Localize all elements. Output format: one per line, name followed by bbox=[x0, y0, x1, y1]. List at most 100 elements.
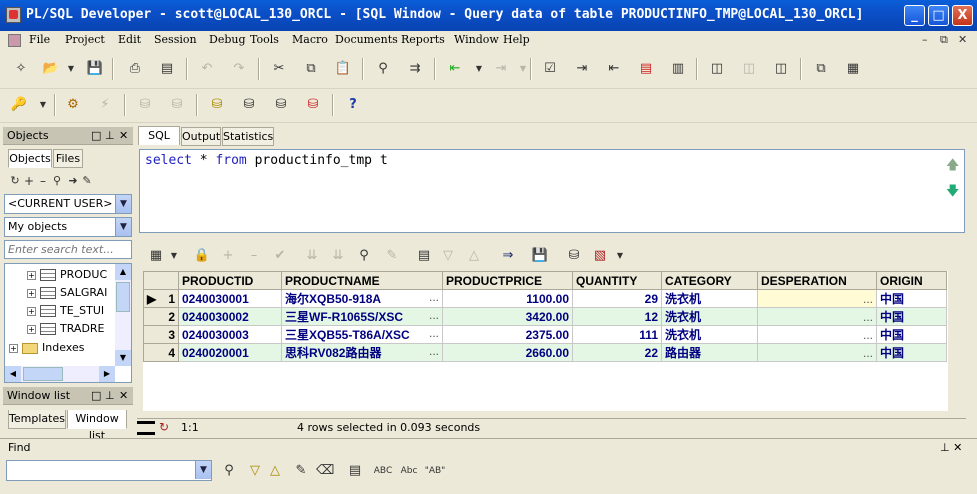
explain-plan-icon[interactable]: ◫ bbox=[740, 60, 758, 78]
tab-objects[interactable]: Objects bbox=[8, 149, 52, 168]
object-tree[interactable]: + PRODUC + SALGRAI + TE_STUI + TRADRE + Index… bbox=[4, 263, 132, 383]
menu-reports[interactable]: Reports bbox=[401, 33, 445, 46]
scroll-down-arrow-icon[interactable]: 🡇 bbox=[946, 182, 959, 204]
app-icon[interactable] bbox=[6, 7, 21, 23]
cell-origin[interactable]: 中国 bbox=[876, 325, 947, 344]
clear-highlight-icon[interactable]: ⌫ bbox=[316, 462, 334, 480]
grid-select-icon[interactable]: ▦ bbox=[147, 247, 165, 265]
open-icon[interactable]: 📂 bbox=[42, 60, 60, 78]
tab-templates[interactable]: Templates bbox=[8, 410, 66, 429]
menu-project[interactable]: Project bbox=[65, 33, 105, 46]
expand-icon[interactable]: + bbox=[9, 343, 18, 353]
clear-record-icon[interactable]: ✎ bbox=[383, 247, 401, 265]
highlight-icon[interactable]: ✎ bbox=[292, 462, 310, 480]
delete-record-icon[interactable]: – bbox=[245, 247, 263, 265]
mdi-minimize-icon[interactable]: – bbox=[922, 33, 928, 46]
fetch-next-icon[interactable]: ⇊ bbox=[303, 247, 321, 265]
sql-editor[interactable]: select * from productinfo_tmp t 🡅 🡇 bbox=[139, 149, 965, 233]
row-number[interactable]: 2 bbox=[143, 307, 179, 326]
scroll-up-icon[interactable]: ▲ bbox=[115, 264, 131, 280]
row-number[interactable]: 3 bbox=[143, 325, 179, 344]
cell-quantity[interactable]: 22 bbox=[572, 343, 662, 362]
rollback-icon[interactable]: ⛁ bbox=[168, 96, 186, 114]
cell-category[interactable]: 路由器 bbox=[661, 343, 758, 362]
col-header-origin[interactable]: ORIGIN bbox=[876, 271, 947, 290]
maximize-button[interactable]: □ bbox=[928, 5, 949, 26]
break-icon[interactable]: ⚡ bbox=[96, 96, 114, 114]
float-icon[interactable]: □ bbox=[91, 387, 101, 404]
cell-quantity[interactable]: 12 bbox=[572, 307, 662, 326]
expand-icon[interactable]: + bbox=[27, 324, 36, 334]
chart-icon[interactable]: ▧ bbox=[591, 247, 609, 265]
cell-origin[interactable]: 中国 bbox=[876, 343, 947, 362]
cell-category[interactable]: 洗衣机 bbox=[661, 289, 758, 308]
cell-productprice[interactable]: 2660.00 bbox=[442, 343, 573, 362]
chevron-down-icon[interactable]: ▼ bbox=[195, 461, 211, 479]
col-header-category[interactable]: CATEGORY bbox=[661, 271, 758, 290]
result-grid[interactable]: PRODUCTID PRODUCTNAME PRODUCTPRICE QUANT… bbox=[143, 271, 948, 411]
help-icon[interactable]: ? bbox=[344, 96, 362, 114]
table-row[interactable]: 3 0240030003 ... 三星XQB55-T86A/XSC 2375.00… bbox=[143, 325, 947, 344]
menu-debug[interactable]: Debug bbox=[209, 33, 246, 46]
print-preview-icon[interactable]: ▤ bbox=[158, 60, 176, 78]
redo-icon[interactable]: ↷ bbox=[230, 60, 248, 78]
scroll-thumb[interactable] bbox=[116, 282, 130, 312]
tile-icon[interactable]: ▦ bbox=[844, 60, 862, 78]
cell-origin[interactable]: 中国 bbox=[876, 289, 947, 308]
cell-desperation[interactable]: ... bbox=[757, 289, 877, 308]
check-icon[interactable]: ☑ bbox=[541, 60, 559, 78]
ellipsis-button[interactable]: ... bbox=[429, 291, 439, 305]
scroll-thumb[interactable] bbox=[23, 367, 63, 381]
col-header-desperation[interactable]: DESPERATION bbox=[757, 271, 877, 290]
cell-category[interactable]: 洗衣机 bbox=[661, 325, 758, 344]
chevron-down-icon[interactable]: ▼ bbox=[115, 218, 131, 236]
vertical-scrollbar[interactable]: ▲ ▼ bbox=[115, 264, 131, 366]
search-input[interactable] bbox=[4, 240, 132, 259]
grid-database-icon[interactable]: ⛁ bbox=[565, 247, 583, 265]
cell-desperation[interactable]: ... bbox=[757, 325, 877, 344]
indent-icon[interactable]: ⇥ bbox=[573, 60, 591, 78]
undo-icon[interactable]: ↶ bbox=[198, 60, 216, 78]
tab-statistics[interactable]: Statistics bbox=[222, 127, 274, 146]
comment-icon[interactable]: ▤ bbox=[637, 60, 655, 78]
ellipsis-button[interactable]: ... bbox=[429, 309, 439, 323]
grid-dropdown-icon[interactable]: ▼ bbox=[165, 247, 183, 265]
insert-record-icon[interactable]: + bbox=[219, 247, 237, 265]
table-row[interactable]: ▶ 1 0240030001 ... 海尔XQB50-918A 1100.00 29… bbox=[143, 289, 947, 308]
horizontal-scrollbar[interactable]: ◀ ▶ bbox=[5, 366, 115, 382]
cell-productid[interactable]: 0240030003 bbox=[178, 325, 282, 344]
windows-icon[interactable]: ⧉ bbox=[812, 60, 830, 78]
query-builder-icon[interactable]: ◫ bbox=[708, 60, 726, 78]
save-icon[interactable]: 💾 bbox=[86, 60, 104, 78]
row-number[interactable]: 4 bbox=[143, 343, 179, 362]
execute-icon[interactable]: ⚙ bbox=[64, 96, 82, 114]
find-icon[interactable]: ⚲ bbox=[374, 60, 392, 78]
ellipsis-button[interactable]: ... bbox=[863, 328, 873, 342]
cell-productid[interactable]: 0240030002 bbox=[178, 307, 282, 326]
menu-edit[interactable]: Edit bbox=[118, 33, 141, 46]
post-changes-icon[interactable]: ✔ bbox=[271, 247, 289, 265]
expand-icon[interactable]: + bbox=[27, 288, 36, 298]
db-connect-icon[interactable]: ⛁ bbox=[272, 96, 290, 114]
tree-item[interactable]: + Indexes bbox=[9, 339, 84, 357]
print-icon[interactable]: ⎙ bbox=[126, 60, 144, 78]
find-icon[interactable]: ⚲ bbox=[220, 462, 238, 480]
key-icon[interactable]: 🔑 bbox=[10, 96, 28, 114]
ellipsis-button[interactable]: ... bbox=[863, 310, 873, 324]
find-pin-close-icon[interactable]: ⊥ ✕ bbox=[940, 441, 962, 454]
scroll-left-icon[interactable]: ◀ bbox=[5, 366, 21, 382]
menu-macro[interactable]: Macro bbox=[292, 33, 328, 46]
cell-productprice[interactable]: 3420.00 bbox=[442, 307, 573, 326]
title-bar[interactable]: PL/SQL Developer - scott@LOCAL_130_ORCL … bbox=[0, 0, 977, 31]
tab-window-list[interactable]: Window list bbox=[67, 410, 127, 442]
scroll-up-arrow-icon[interactable]: 🡅 bbox=[946, 156, 959, 178]
import-dropdown-icon[interactable]: ▼ bbox=[470, 60, 488, 78]
selection-icon[interactable]: ▤ bbox=[346, 462, 364, 480]
lock-icon[interactable]: 🔒 bbox=[193, 247, 211, 265]
cell-quantity[interactable]: 29 bbox=[572, 289, 662, 308]
pin-icon[interactable]: ⊥ bbox=[105, 387, 115, 404]
tree-item[interactable]: + TE_STUI bbox=[27, 302, 104, 320]
minimize-button[interactable]: _ bbox=[904, 5, 925, 26]
col-header-productprice[interactable]: PRODUCTPRICE bbox=[442, 271, 573, 290]
cell-productname[interactable]: ... 三星WF-R1065S/XSC bbox=[281, 307, 443, 326]
